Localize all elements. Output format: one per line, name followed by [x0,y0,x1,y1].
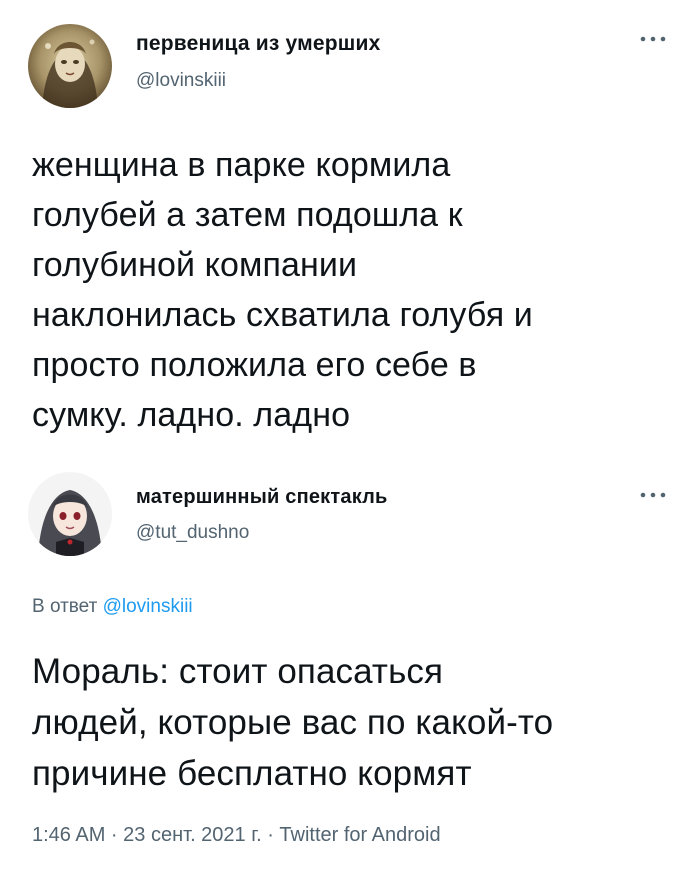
user-handle[interactable]: @lovinskiii [136,70,226,92]
tweet-original: первеница из умерших @lovinskiii женщина… [0,0,700,434]
reply-context: В ответ @lovinskiii [32,596,193,618]
tweet-header: матершинный спектакль @tut_dushno [0,456,700,576]
tweet-text: женщина в парке кормила голубей а затем … [32,146,533,434]
tweet-reply: матершинный спектакль @tut_dushno В отве… [0,456,700,846]
display-name[interactable]: первеница из умерших [136,32,381,56]
avatar[interactable] [28,24,112,108]
tweet-timestamp[interactable]: 1:46 AM · 23 сент. 2021 г. · Twitter for… [32,824,441,847]
ellipsis-icon[interactable] [638,34,668,44]
reply-mention-link[interactable]: @lovinskiii [103,596,193,617]
ellipsis-icon[interactable] [638,490,668,500]
display-name[interactable]: матершинный спектакль [136,486,388,509]
avatar[interactable] [28,472,112,556]
tweet-header: первеница из умерших @lovinskiii [0,0,700,124]
tweet-text: Мораль: стоит опасаться людей, которые в… [32,652,554,793]
reply-prefix: В ответ [32,596,98,617]
user-handle[interactable]: @tut_dushno [136,522,249,544]
